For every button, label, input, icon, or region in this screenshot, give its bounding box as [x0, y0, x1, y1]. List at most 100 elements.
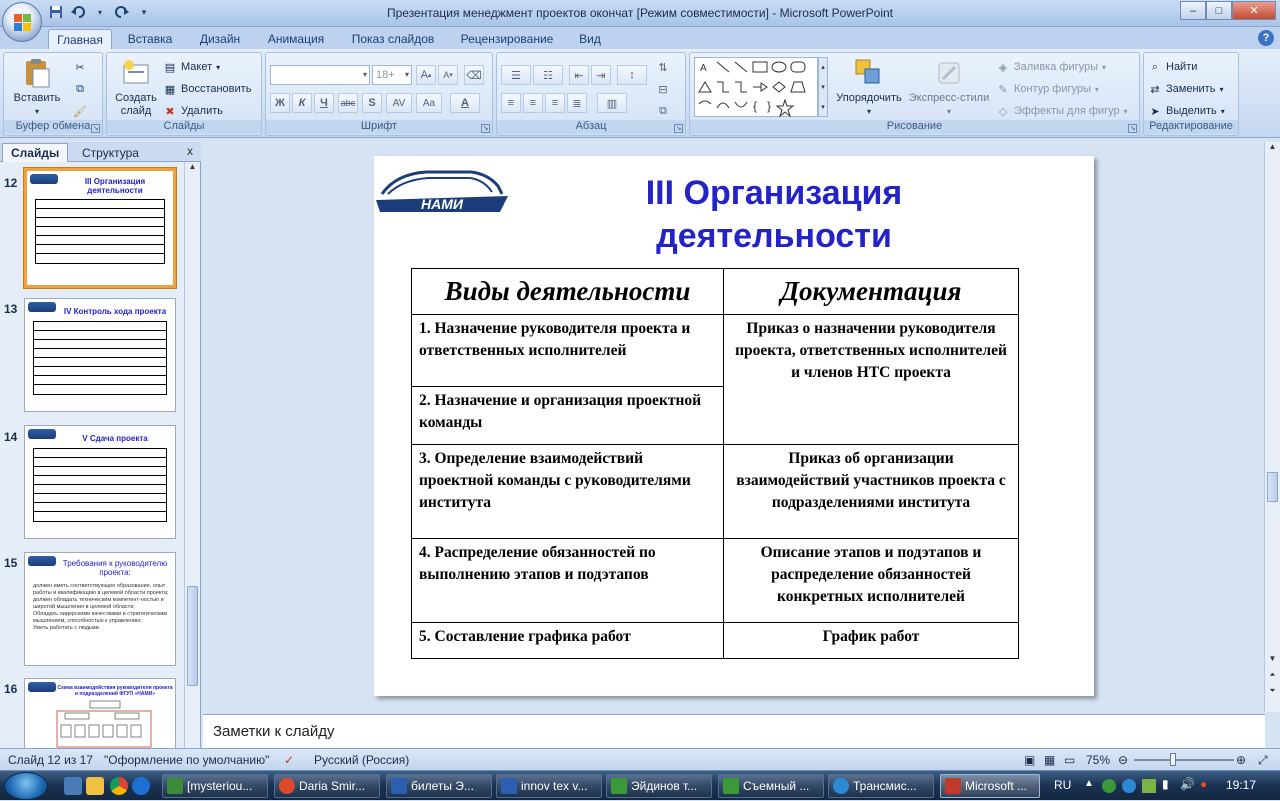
arrange-button[interactable]: Упорядочить ▾ — [832, 57, 906, 118]
taskbar-item[interactable]: Съемный ... — [718, 774, 824, 798]
zoom-level[interactable]: 75% — [1086, 753, 1110, 767]
clear-format-icon[interactable]: ⌫ — [464, 65, 484, 85]
spellcheck-icon[interactable]: ✓ — [284, 753, 294, 767]
align-left-icon[interactable]: ≡ — [501, 93, 521, 113]
char-spacing-button[interactable]: AV — [386, 93, 412, 113]
undo-dropdown-icon[interactable]: ▾ — [92, 4, 108, 20]
slide-thumbnail-12[interactable]: III Организация деятельности — [23, 167, 177, 289]
redo-icon[interactable] — [114, 4, 130, 20]
tab-outline[interactable]: Структура — [74, 143, 147, 162]
tab-slides[interactable]: Слайды — [2, 143, 69, 162]
line-spacing-icon[interactable]: ↕ — [617, 65, 647, 85]
scroll-up-icon[interactable]: ▲ — [1265, 142, 1280, 156]
language-indicator[interactable]: RU — [1054, 778, 1071, 792]
undo-icon[interactable] — [70, 4, 86, 20]
tab-home[interactable]: Главная — [48, 29, 112, 49]
shape-fill-button[interactable]: ◈ Заливка фигуры ▾ — [996, 57, 1106, 77]
tray-app-icon[interactable] — [1102, 779, 1116, 793]
drawing-launcher-icon[interactable]: ↘ — [1128, 124, 1137, 133]
font-size-combo[interactable]: 18+ ▾ — [372, 65, 412, 85]
shapes-gallery[interactable]: A {} — [694, 57, 818, 118]
smartart-icon[interactable]: ⧉ — [653, 101, 673, 121]
tab-design[interactable]: Дизайн — [188, 29, 252, 49]
explorer-icon[interactable] — [86, 777, 104, 795]
copy-icon[interactable]: ⧉ — [70, 79, 90, 99]
font-launcher-icon[interactable]: ↘ — [481, 124, 490, 133]
format-painter-icon[interactable]: 🖌 — [70, 101, 90, 121]
notes-pane[interactable]: Заметки к слайду — [203, 714, 1265, 748]
taskbar-item[interactable]: Daria Smir... — [274, 774, 380, 798]
layout-button[interactable]: ▤ Макет ▾ — [163, 57, 220, 77]
bold-button[interactable]: Ж — [270, 93, 290, 113]
select-button[interactable]: ➤ Выделить ▾ — [1148, 101, 1224, 121]
taskbar-item[interactable]: билеты Э... — [386, 774, 492, 798]
replace-button[interactable]: ⇄ Заменить ▾ — [1148, 79, 1223, 99]
slide-scrollbar[interactable]: ▲ ▼ ⏶ ⏷ — [1264, 142, 1280, 712]
slide-title[interactable]: III Организация деятельности — [584, 172, 964, 258]
slideshow-view-icon[interactable]: ▭ — [1064, 753, 1075, 767]
taskbar-item[interactable]: Трансмис... — [828, 774, 934, 798]
zoom-out-icon[interactable]: ⊖ — [1118, 753, 1128, 767]
bullets-icon[interactable]: ☰ — [501, 65, 531, 85]
text-direction-icon[interactable]: ⇅ — [653, 57, 673, 77]
chrome-icon[interactable] — [110, 777, 128, 795]
grow-font-icon[interactable]: A ▴ — [416, 65, 436, 85]
scrollbar-thumb[interactable] — [1267, 472, 1278, 502]
delete-slide-button[interactable]: ✖ Удалить — [163, 101, 223, 121]
find-button[interactable]: ⌕ Найти — [1148, 57, 1197, 77]
slide-thumbnail-14[interactable]: V Сдача проекта — [24, 425, 176, 539]
decrease-indent-icon[interactable]: ⇤ — [569, 65, 589, 85]
theme-name[interactable]: "Оформление по умолчанию" — [104, 753, 269, 767]
customize-qat-icon[interactable]: ▾ — [136, 4, 152, 20]
shapes-gallery-scroll[interactable]: ▴ ▾ ▾ — [818, 57, 828, 117]
slide-thumbnail-15[interactable]: Требования к руководителю проекта: долже… — [24, 552, 176, 666]
change-case-button[interactable]: Aa — [416, 93, 442, 113]
paste-button[interactable]: Вставить ▾ — [12, 57, 62, 118]
shape-effects-button[interactable]: ◇ Эффекты для фигур ▾ — [996, 101, 1128, 121]
scroll-up-icon[interactable]: ▲ — [185, 162, 200, 176]
zoom-slider-track[interactable] — [1134, 759, 1234, 761]
maximize-button[interactable]: □ — [1206, 1, 1232, 20]
fit-slide-icon[interactable]: ⤢ — [1258, 753, 1268, 768]
start-button[interactable] — [4, 772, 48, 800]
taskbar-item[interactable]: innov tex v... — [496, 774, 602, 798]
tab-slideshow[interactable]: Показ слайдов — [340, 29, 446, 49]
prev-slide-icon[interactable]: ⏶ — [1265, 670, 1280, 684]
help-icon[interactable]: ? — [1258, 30, 1274, 46]
tray-expand-icon[interactable]: ▲ — [1084, 778, 1094, 789]
text-shadow-button[interactable]: S — [362, 93, 382, 113]
taskbar-item[interactable]: [mysteriou... — [162, 774, 268, 798]
italic-button[interactable]: К — [292, 93, 312, 113]
numbering-icon[interactable]: ☷ — [533, 65, 563, 85]
tray-app-icon[interactable] — [1122, 779, 1136, 793]
font-name-combo[interactable]: ▾ — [270, 65, 370, 85]
next-slide-icon[interactable]: ⏷ — [1265, 686, 1280, 700]
clock[interactable]: 19:17 — [1226, 778, 1256, 792]
tab-review[interactable]: Рецензирование — [452, 29, 562, 49]
columns-icon[interactable]: ▥ — [597, 93, 627, 113]
network-icon[interactable]: ▮ — [1162, 777, 1169, 791]
scroll-down-icon[interactable]: ▼ — [1265, 654, 1280, 668]
activities-table[interactable]: Виды деятельности Документация 1. Назнач… — [411, 268, 1019, 659]
reset-button[interactable]: ▦ Восстановить — [163, 79, 252, 99]
justify-icon[interactable]: ≣ — [567, 93, 587, 113]
font-color-button[interactable]: A — [450, 93, 480, 113]
tab-animation[interactable]: Анимация — [258, 29, 334, 49]
tray-app-icon[interactable]: ● — [1200, 777, 1207, 791]
tab-insert[interactable]: Вставка — [118, 29, 182, 49]
close-pane-icon[interactable]: x — [187, 144, 193, 158]
close-button[interactable]: ✕ — [1232, 1, 1276, 20]
zoom-in-icon[interactable]: ⊕ — [1236, 753, 1246, 767]
align-text-icon[interactable]: ⊟ — [653, 79, 673, 99]
align-right-icon[interactable]: ≡ — [545, 93, 565, 113]
slide-thumbnail-16[interactable]: Схема взаимодействия руководителя проект… — [24, 678, 176, 748]
increase-indent-icon[interactable]: ⇥ — [591, 65, 611, 85]
quick-styles-button[interactable]: Экспресс-стили ▾ — [906, 57, 992, 118]
cut-icon[interactable]: ✂ — [70, 57, 90, 77]
shrink-font-icon[interactable]: A ▾ — [438, 65, 458, 85]
ie-icon[interactable] — [132, 777, 150, 795]
taskbar-item-active[interactable]: Microsoft ... — [940, 774, 1040, 798]
volume-icon[interactable]: 🔊 — [1180, 777, 1195, 791]
strikethrough-button[interactable]: abc — [338, 93, 358, 113]
slide-canvas[interactable]: НАМИ III Организация деятельности Виды д… — [374, 156, 1094, 696]
